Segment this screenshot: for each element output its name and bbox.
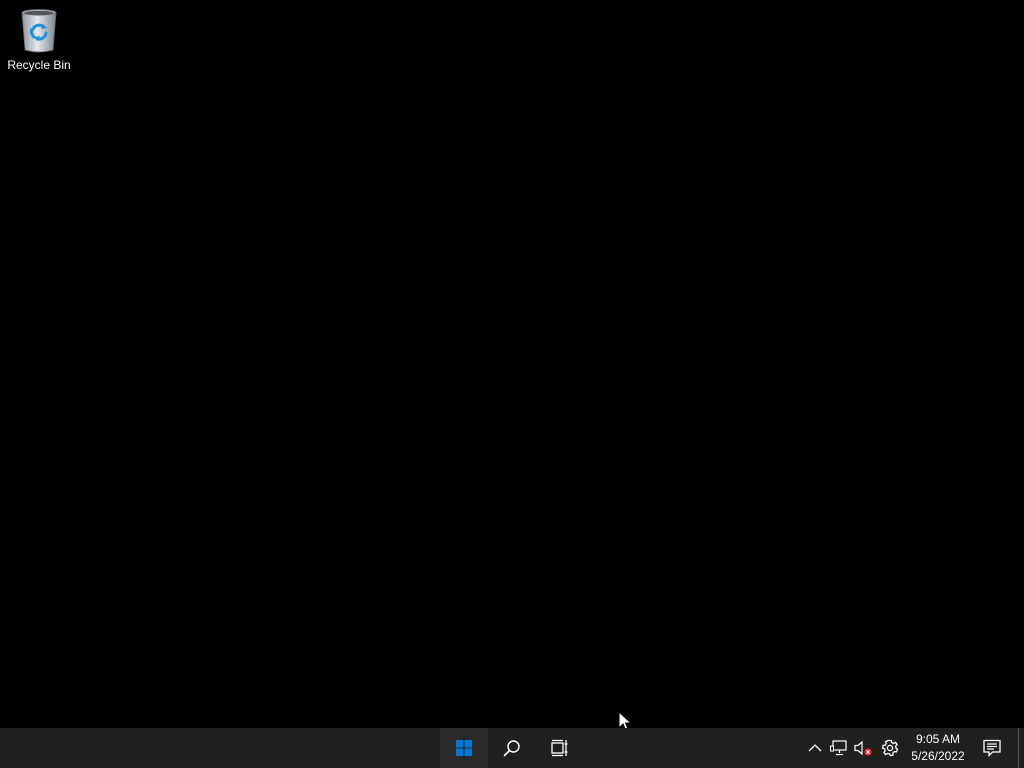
clock-date: 5/26/2022 [911, 749, 965, 763]
volume-button[interactable] [851, 728, 875, 768]
search-icon [503, 740, 520, 757]
gear-icon [881, 739, 899, 757]
show-desktop-button[interactable] [1018, 728, 1024, 768]
task-view-button[interactable] [536, 728, 584, 768]
desktop: Recycle Bin [0, 0, 1024, 728]
recycle-bin-icon [21, 9, 57, 53]
clock-time: 9:05 AM [915, 732, 961, 746]
show-hidden-icons-button[interactable] [804, 728, 826, 768]
notification-center-button[interactable] [978, 728, 1006, 768]
settings-button[interactable] [878, 728, 902, 768]
clock-button[interactable]: 9:05 AM 5/26/2022 [906, 728, 970, 768]
taskbar: 9:05 AM 5/26/2022 [0, 728, 1024, 768]
network-button[interactable] [827, 728, 851, 768]
volume-muted-icon [854, 740, 872, 756]
task-view-icon [551, 739, 568, 757]
recycle-bin-label: Recycle Bin [7, 58, 71, 72]
notification-center-icon [983, 739, 1001, 757]
chevron-up-icon [808, 744, 822, 752]
recycle-bin-shortcut[interactable]: Recycle Bin [4, 6, 74, 76]
network-icon [830, 740, 847, 756]
windows-logo-icon [456, 740, 472, 756]
start-button[interactable] [440, 728, 488, 768]
search-button[interactable] [488, 728, 536, 768]
